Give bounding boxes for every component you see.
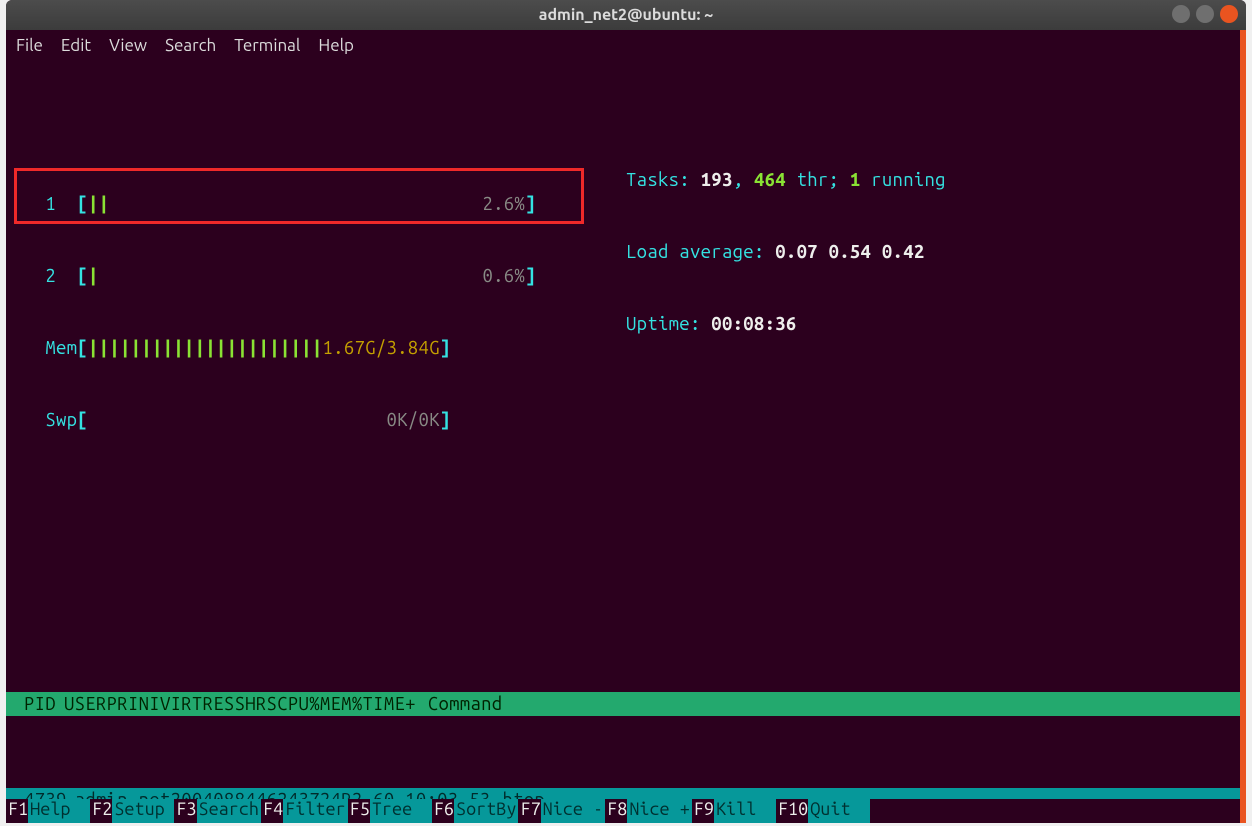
fkey-key: F2	[90, 799, 112, 823]
hdr-cmd[interactable]: Command	[416, 694, 503, 714]
menu-help[interactable]: Help	[318, 36, 354, 55]
fkey-key: F8	[605, 799, 627, 823]
fkey-label[interactable]: Kill	[714, 799, 776, 823]
terminal-body[interactable]: 1 [|| 2.6%] 2 [| 0.6%] Mem[|||||||||||||…	[6, 60, 1246, 823]
fkey-label[interactable]: Setup	[112, 799, 174, 823]
swap-label: Swp	[24, 410, 77, 430]
fkey-label[interactable]: Search	[197, 799, 261, 823]
titlebar: admin_net2@ubuntu: ~	[6, 0, 1246, 30]
close-icon[interactable]	[1220, 5, 1238, 23]
window-title: admin_net2@ubuntu: ~	[539, 6, 713, 24]
hdr-s[interactable]: S	[267, 694, 278, 714]
maximize-icon[interactable]	[1196, 5, 1214, 23]
mem-value: 1.67G/3.84G	[323, 338, 440, 358]
fkey-key: F5	[348, 799, 370, 823]
fkey-key: F1	[6, 799, 28, 823]
fkey-key: F10	[776, 799, 808, 823]
load-line: Load average: 0.07 0.54 0.42	[626, 240, 946, 264]
terminal-window: admin_net2@ubuntu: ~ File Edit View Sear…	[6, 0, 1246, 823]
hdr-user[interactable]: USER	[56, 694, 107, 714]
tasks-procs: 193	[701, 170, 733, 190]
mem-label: Mem	[24, 338, 77, 358]
hdr-mem[interactable]: MEM%	[320, 694, 363, 714]
fkey-label[interactable]: Quit	[808, 799, 870, 823]
uptime-value: 00:08:36	[711, 314, 796, 334]
menu-file[interactable]: File	[16, 36, 43, 55]
menu-search[interactable]: Search	[165, 36, 216, 55]
tasks-label: Tasks:	[626, 170, 701, 190]
fkey-key: F9	[692, 799, 714, 823]
menu-terminal[interactable]: Terminal	[234, 36, 300, 55]
scrollbar[interactable]	[1240, 30, 1246, 823]
cpu1-pct: 2.6%	[482, 194, 525, 214]
cpu2-label: 2	[24, 266, 77, 286]
hdr-ni[interactable]: NI	[139, 694, 160, 714]
window-controls	[1172, 5, 1238, 23]
tasks-thr: 464	[754, 170, 786, 190]
cpu1-bar: ||	[88, 194, 109, 214]
hdr-virt[interactable]: VIRT	[160, 694, 203, 714]
fkey-bar: F1HelpF2SetupF3SearchF4FilterF5TreeF6Sor…	[6, 799, 1246, 823]
fkey-key: F6	[432, 799, 454, 823]
hdr-res[interactable]: RES	[203, 694, 235, 714]
fkey-key: F4	[261, 799, 283, 823]
cpu1-label: 1	[24, 194, 77, 214]
fkey-label[interactable]: Help	[28, 799, 90, 823]
hdr-pid[interactable]: PID	[24, 694, 56, 714]
load-1: 0.07	[775, 242, 818, 262]
process-header[interactable]: PIDUSERPRINIVIRTRESSHRSCPU%MEM%TIME+Comm…	[6, 692, 1246, 716]
menu-view[interactable]: View	[109, 36, 147, 55]
fkey-label[interactable]: Tree	[370, 799, 432, 823]
fkey-key: F7	[518, 799, 540, 823]
fkey-label[interactable]: SortBy	[454, 799, 518, 823]
hdr-shr[interactable]: SHR	[235, 694, 267, 714]
cpu2-pct: 0.6%	[482, 266, 525, 286]
load-15: 0.42	[882, 242, 925, 262]
tasks-line: Tasks: 193, 464 thr; 1 running	[626, 168, 946, 192]
fkey-label[interactable]: Nice +	[627, 799, 691, 823]
hdr-pri[interactable]: PRI	[107, 694, 139, 714]
fkey-label[interactable]: Filter	[283, 799, 347, 823]
fkey-key: F3	[174, 799, 196, 823]
menu-edit[interactable]: Edit	[61, 36, 91, 55]
cpu2-bar: |	[88, 266, 99, 286]
hdr-time[interactable]: TIME+	[363, 694, 416, 714]
uptime-label: Uptime:	[626, 314, 711, 334]
uptime-line: Uptime: 00:08:36	[626, 312, 946, 336]
mem-bar: ||||||||||||||||||||||	[88, 338, 323, 358]
swap-meter: Swp[ 0K/0K]	[24, 408, 1228, 432]
swap-value: 0K/0K	[386, 410, 439, 430]
meters-area: 1 [|| 2.6%] 2 [| 0.6%] Mem[|||||||||||||…	[6, 108, 1246, 534]
tasks-running: 1	[850, 170, 861, 190]
menubar: File Edit View Search Terminal Help	[6, 30, 1246, 60]
minimize-icon[interactable]	[1172, 5, 1190, 23]
fkey-label[interactable]: Nice -	[541, 799, 605, 823]
right-stats: Tasks: 193, 464 thr; 1 running Load aver…	[626, 120, 946, 384]
load-5: 0.54	[829, 242, 872, 262]
hdr-cpu[interactable]: CPU%	[277, 694, 320, 714]
load-label: Load average:	[626, 242, 775, 262]
